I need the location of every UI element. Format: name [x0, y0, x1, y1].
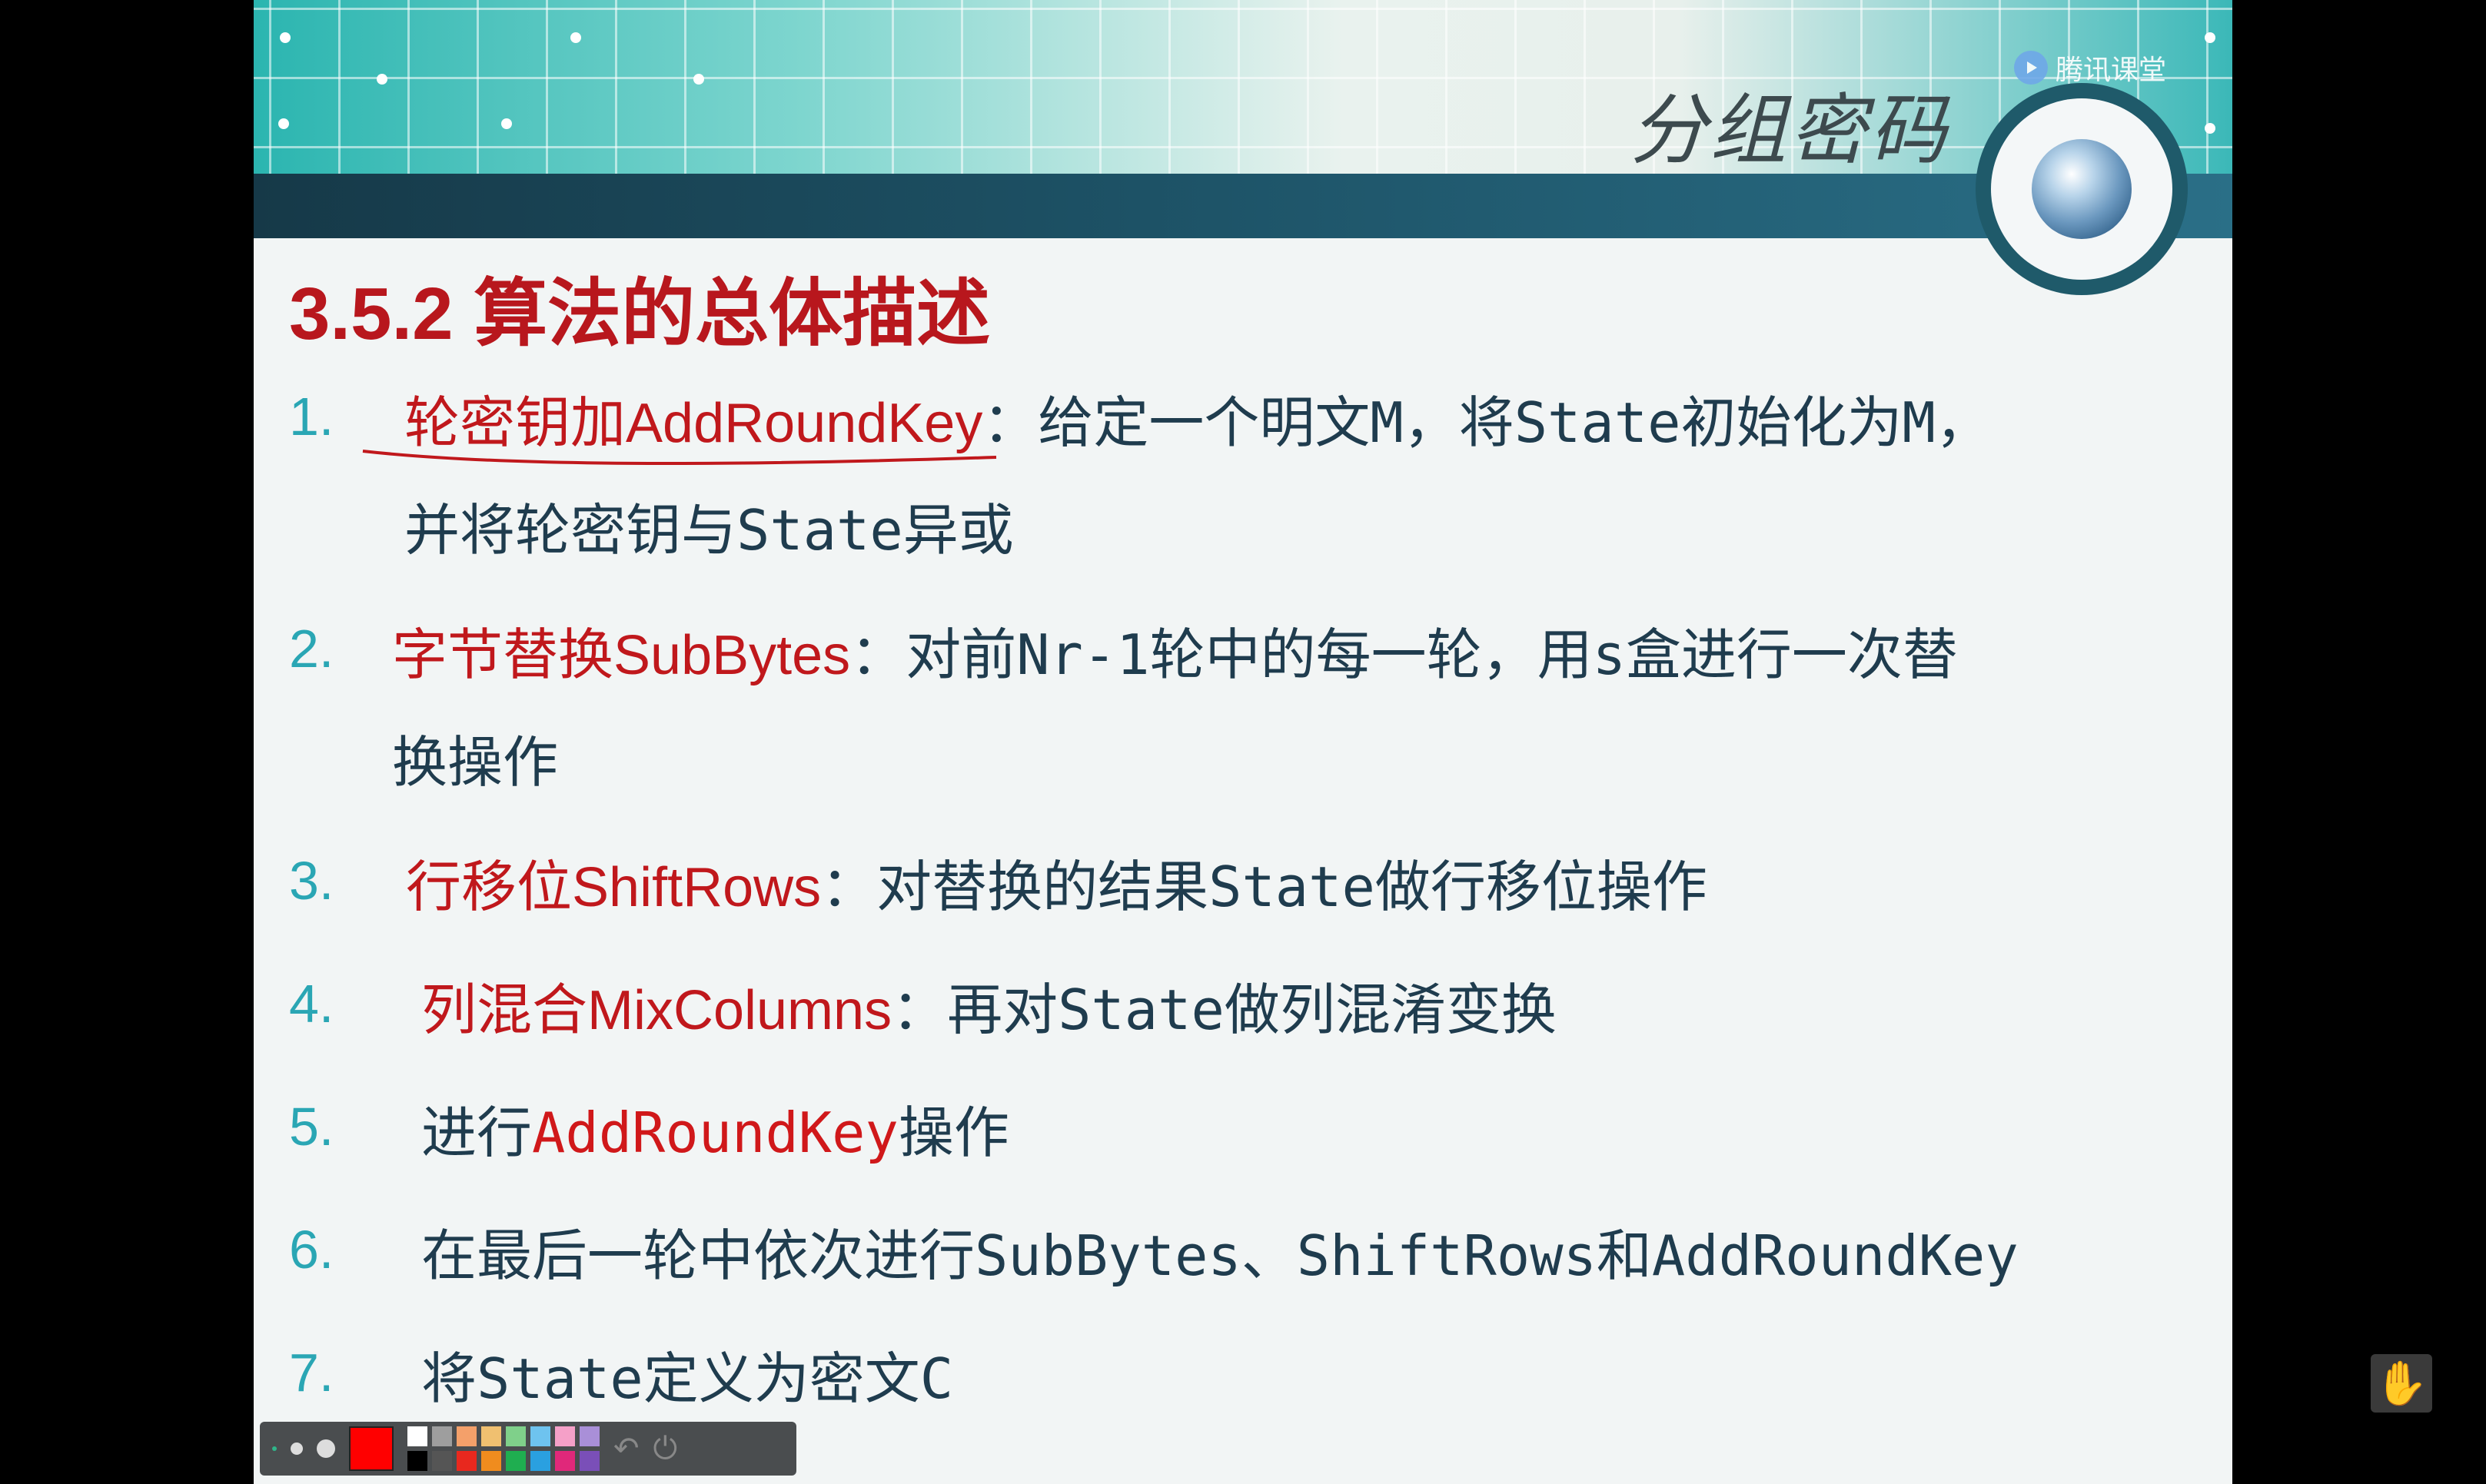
list-item-continuation: 换操作: [392, 730, 559, 795]
color-swatch[interactable]: [457, 1426, 477, 1446]
brand-watermark: 腾讯课堂: [2014, 48, 2166, 88]
grid-dot: [501, 118, 512, 129]
color-swatch[interactable]: [506, 1451, 526, 1471]
grid-dot: [2205, 32, 2215, 43]
current-color-swatch[interactable]: [349, 1426, 394, 1471]
item-term: 行移位ShiftRows: [406, 857, 822, 918]
color-palette: [407, 1426, 600, 1471]
list-item-continuation: 并将轮密钥与State异或: [404, 498, 1014, 563]
list-item: 字节替换SubBytes：对前Nr-1轮中的每一轮，用s盒进行一次替: [392, 601, 1958, 709]
grid-dot: [693, 74, 704, 85]
color-swatch[interactable]: [432, 1451, 452, 1471]
globe-frame: [1991, 98, 2172, 280]
item-text: ：给定一个明文M，将State初始化为M，: [982, 390, 1991, 455]
color-swatch[interactable]: [580, 1426, 600, 1446]
pen-thick-icon[interactable]: [317, 1439, 335, 1458]
item-text-pre: 进行: [421, 1101, 533, 1165]
color-swatch[interactable]: [555, 1451, 575, 1471]
color-swatch[interactable]: [457, 1451, 477, 1471]
list-item: 在最后一轮中依次进行SubBytes、ShiftRows和AddRoundKey: [421, 1223, 2019, 1288]
color-swatch[interactable]: [407, 1426, 427, 1446]
item-term: 列混合MixColumns: [421, 980, 892, 1041]
color-swatch[interactable]: [407, 1451, 427, 1471]
color-swatch[interactable]: [580, 1451, 600, 1471]
pen-thin-icon[interactable]: [272, 1446, 277, 1451]
color-swatch[interactable]: [432, 1426, 452, 1446]
section-title: 3.5.2 算法的总体描述: [289, 273, 991, 355]
power-icon[interactable]: ⏻: [653, 1431, 678, 1466]
item-number: 7.: [289, 1343, 334, 1403]
item-number: 2.: [289, 619, 334, 679]
header-dark-bar: [254, 174, 2232, 238]
annotation-underline: [362, 450, 997, 466]
item-text: ：再对State做列混淆变换: [892, 978, 1557, 1042]
raise-hand-button[interactable]: ✋: [2371, 1354, 2432, 1413]
item-term: 字节替换SubBytes: [392, 625, 851, 686]
item-number: 1.: [289, 387, 334, 447]
globe-icon: [2032, 139, 2132, 239]
item-number: 4.: [289, 974, 334, 1034]
color-swatch[interactable]: [555, 1426, 575, 1446]
list-item: 将State定义为密文C: [421, 1346, 954, 1411]
color-swatch[interactable]: [506, 1426, 526, 1446]
color-swatch[interactable]: [530, 1426, 550, 1446]
color-swatch[interactable]: [481, 1426, 501, 1446]
globe-emblem: [1976, 83, 2188, 295]
grid-dot: [2205, 123, 2215, 134]
grid-dot: [377, 74, 387, 85]
item-number: 6.: [289, 1220, 334, 1280]
item-number: 3.: [289, 851, 334, 911]
color-swatch[interactable]: [530, 1451, 550, 1471]
grid-dot: [280, 32, 291, 43]
undo-icon[interactable]: ↶: [613, 1431, 640, 1466]
item-text: ：对替换的结果State做行移位操作: [821, 855, 1707, 919]
item-text-post: 操作: [898, 1101, 1009, 1165]
item-number: 5.: [289, 1097, 334, 1157]
list-item: 进行AddRoundKey操作: [421, 1079, 1009, 1187]
grid-dot: [278, 118, 289, 129]
item-text: ：对前Nr-1轮中的每一轮，用s盒进行一次替: [850, 622, 1958, 687]
grid-dot: [570, 32, 581, 43]
list-item: 列混合MixColumns：再对State做列混淆变换: [421, 956, 1557, 1064]
annotation-toolbar: ↶ ⏻: [260, 1422, 796, 1476]
hand-icon: ✋: [2375, 1359, 2428, 1409]
color-swatch[interactable]: [481, 1451, 501, 1471]
play-icon: [2014, 51, 2048, 85]
slide-header-title: 分组密码: [1630, 85, 1949, 175]
list-item: 行移位ShiftRows：对替换的结果State做行移位操作: [406, 833, 1707, 941]
item-term: AddRoundKey: [532, 1101, 899, 1165]
slide: 分组密码 腾讯课堂 3.5.2 算法的总体描述 1. 轮密钥加AddRoundK…: [254, 0, 2232, 1484]
brand-label: 腾讯课堂: [2056, 55, 2167, 86]
pen-medium-icon[interactable]: [291, 1443, 303, 1455]
